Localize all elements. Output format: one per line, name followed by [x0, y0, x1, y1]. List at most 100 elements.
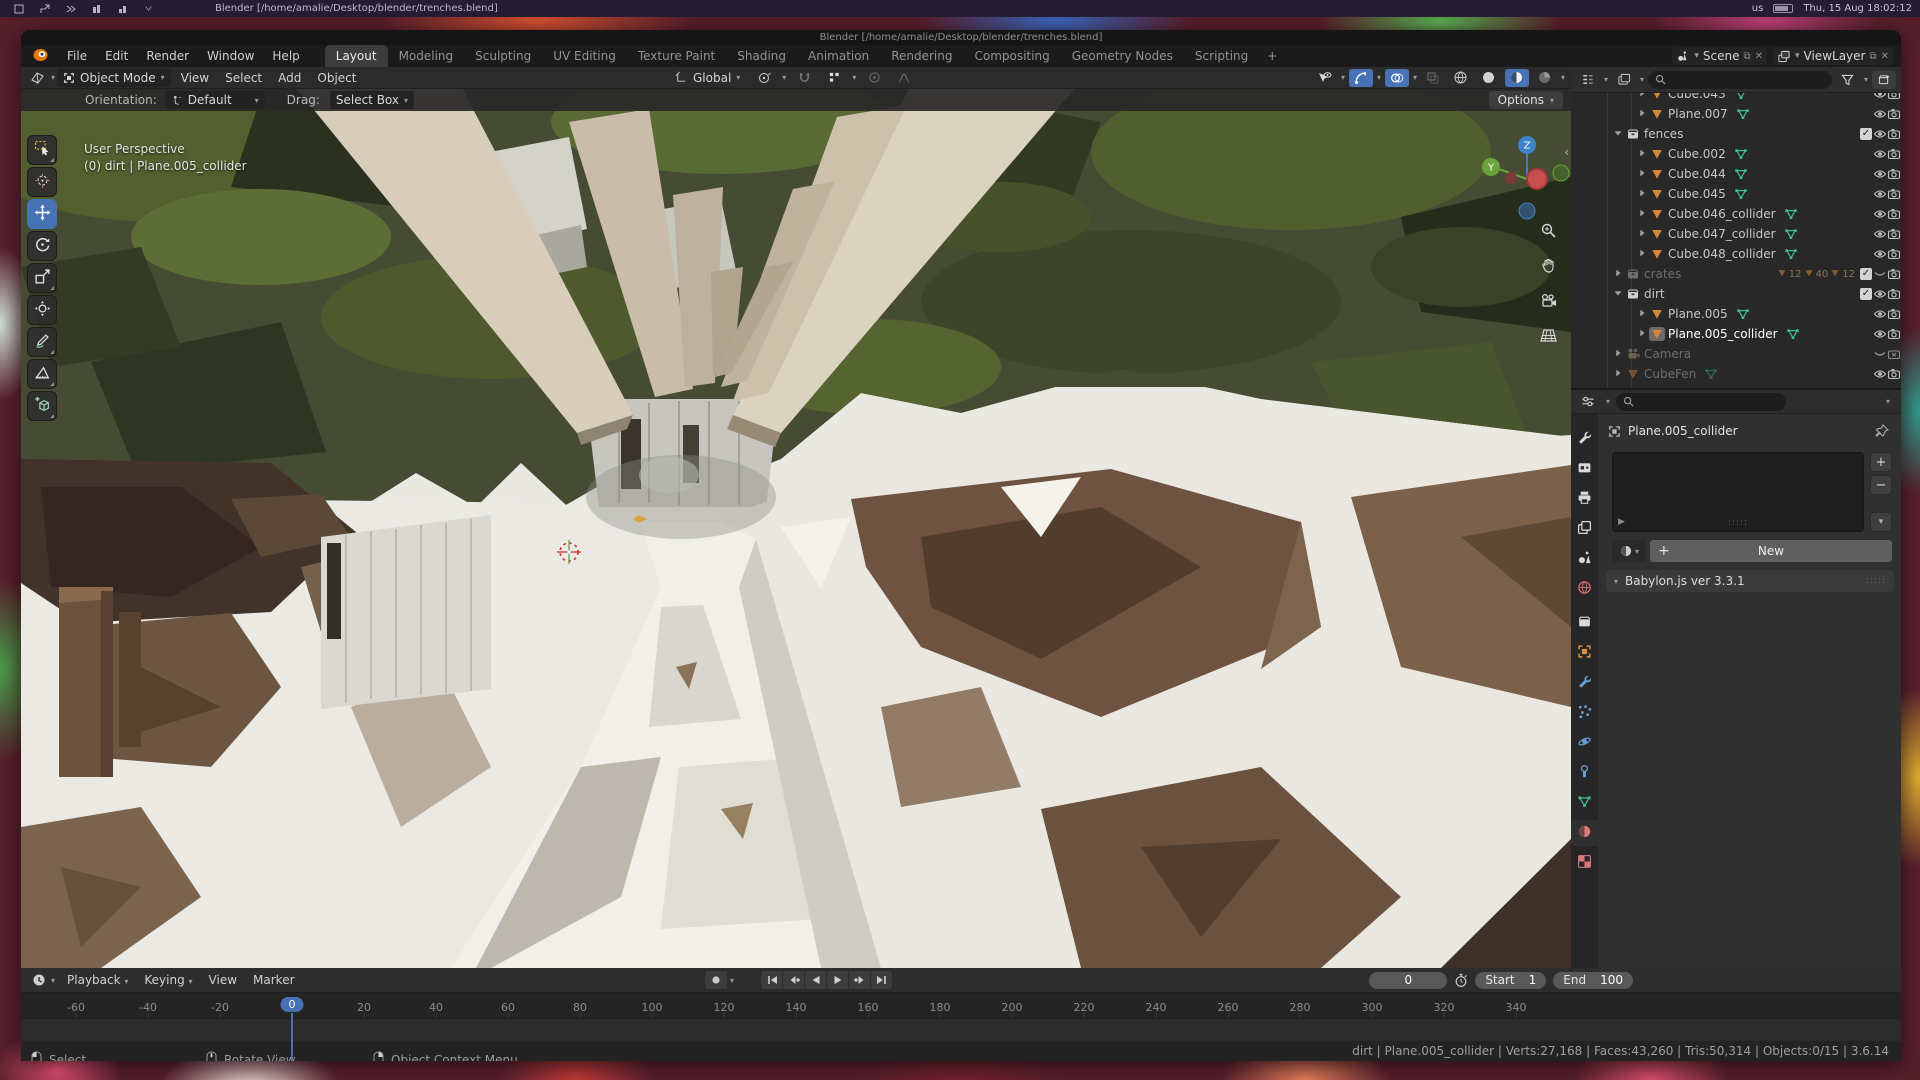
taskbar-icon[interactable] — [40, 4, 50, 14]
mesh-icon[interactable] — [1649, 327, 1665, 341]
window-titlebar[interactable]: Blender [/home/amalie/Desktop/blender/tr… — [21, 30, 1901, 45]
remove-view-layer-icon[interactable]: ✕ — [1881, 51, 1889, 62]
pivot-point-button[interactable] — [752, 69, 776, 87]
timeline-ruler[interactable]: -60-40-200204060801001201401601802002202… — [21, 993, 1901, 1018]
viewport-menu-view[interactable]: View — [173, 68, 217, 88]
mesh-icon[interactable] — [1649, 227, 1665, 241]
hide-in-viewport-toggle[interactable] — [1873, 167, 1887, 181]
workspace-tab-animation[interactable]: Animation — [797, 45, 880, 67]
disable-in-renders-toggle[interactable] — [1887, 147, 1901, 161]
remove-slot-button[interactable]: − — [1870, 475, 1892, 495]
snap-toggle-button[interactable] — [792, 69, 816, 87]
browse-material-button[interactable]: ▾ — [1612, 540, 1646, 562]
perspective-toggle-icon[interactable] — [1535, 322, 1561, 348]
outliner-display-mode-button[interactable] — [1612, 71, 1636, 89]
end-frame-field[interactable]: End 100 — [1553, 972, 1633, 989]
auto-keying-button[interactable] — [705, 971, 727, 989]
disable-in-renders-toggle[interactable] — [1887, 267, 1901, 281]
tool-move-button[interactable] — [27, 199, 57, 229]
outliner-row-dirt[interactable]: dirt✓ — [1571, 284, 1901, 304]
object-name[interactable]: CubeFen — [1644, 367, 1696, 381]
collection-icon[interactable] — [1625, 267, 1641, 281]
disable-in-renders-toggle[interactable] — [1887, 227, 1901, 241]
properties-tab-collection[interactable] — [1571, 610, 1598, 636]
transform-orientation-selector[interactable]: Global ▾ — [669, 69, 746, 87]
object-name[interactable]: Plane.007 — [1668, 107, 1728, 121]
disable-in-renders-toggle[interactable] — [1887, 93, 1901, 101]
object-name[interactable]: Cube.002 — [1668, 147, 1726, 161]
disable-in-renders-toggle[interactable] — [1887, 327, 1901, 341]
editor-type-button[interactable] — [25, 69, 49, 87]
workspace-tab-modeling[interactable]: Modeling — [388, 45, 465, 67]
auto-keying-options-icon[interactable]: ▾ — [730, 976, 734, 985]
properties-editor-type-button[interactable] — [1576, 393, 1600, 411]
properties-tab-modifiers[interactable] — [1571, 670, 1598, 696]
chevron-down-icon[interactable] — [144, 4, 153, 13]
unlink-scene-icon[interactable]: ✕ — [1755, 51, 1763, 62]
menu-window[interactable]: Window — [198, 46, 263, 66]
shading-solid-button[interactable] — [1477, 69, 1501, 87]
workspace-tab-layout[interactable]: Layout — [325, 45, 388, 67]
object-name[interactable]: Cube.048_collider — [1668, 247, 1776, 261]
expand-caret-icon[interactable] — [1635, 207, 1649, 222]
orientation-dropdown[interactable]: Default ▾ — [165, 91, 265, 109]
properties-tab-physics[interactable] — [1571, 730, 1598, 756]
expand-caret-icon[interactable] — [1635, 167, 1649, 182]
viewport-menu-select[interactable]: Select — [217, 68, 270, 88]
tool-cursor-button[interactable] — [27, 167, 57, 197]
play-button[interactable] — [827, 971, 848, 989]
menu-help[interactable]: Help — [263, 46, 308, 66]
tool-select-box-button[interactable] — [27, 135, 57, 165]
hide-in-viewport-toggle[interactable] — [1873, 307, 1887, 321]
slot-specials-button[interactable]: ▾ — [1870, 512, 1892, 532]
properties-tab-output[interactable] — [1571, 486, 1598, 512]
gizmos-toggle-button[interactable] — [1349, 69, 1373, 87]
taskbar-icon[interactable] — [66, 4, 76, 14]
add-workspace-button[interactable]: + — [1259, 45, 1285, 67]
expand-caret-icon[interactable] — [1635, 327, 1649, 342]
object-name[interactable]: Plane.005 — [1668, 307, 1728, 321]
shading-rendered-button[interactable] — [1533, 69, 1557, 87]
timeline-menu-marker[interactable]: Marker — [245, 970, 302, 990]
hide-in-viewport-toggle[interactable] — [1873, 287, 1887, 301]
outliner-row-plane-005[interactable]: Plane.005 — [1571, 304, 1901, 324]
properties-tab-texture[interactable] — [1571, 850, 1598, 876]
collection-checkbox[interactable]: ✓ — [1860, 288, 1872, 300]
previous-keyframe-button[interactable] — [783, 971, 804, 989]
tool-measure-button[interactable] — [27, 359, 57, 389]
expand-caret-icon[interactable] — [1611, 367, 1625, 382]
scene-name[interactable]: Scene — [1703, 49, 1740, 63]
properties-tab-data[interactable] — [1571, 790, 1598, 816]
new-collection-button[interactable] — [1872, 71, 1896, 89]
current-frame-field[interactable]: 0 — [1369, 972, 1447, 989]
snap-settings-button[interactable] — [822, 69, 846, 87]
outliner-row-plane-007[interactable]: Plane.007 — [1571, 104, 1901, 124]
properties-tab-tool[interactable] — [1571, 426, 1598, 452]
outliner-row-cube-044[interactable]: Cube.044 — [1571, 164, 1901, 184]
timeline-menu-keying[interactable]: Keying ▾ — [136, 970, 200, 990]
workspace-tab-uv-editing[interactable]: UV Editing — [542, 45, 627, 67]
expand-caret-icon[interactable] — [1611, 267, 1625, 282]
properties-search-input[interactable] — [1616, 393, 1786, 411]
menu-render[interactable]: Render — [137, 46, 198, 66]
workspace-tab-sculpting[interactable]: Sculpting — [464, 45, 542, 67]
object-name[interactable]: Cube.045 — [1668, 187, 1726, 201]
expand-icon[interactable]: ▶ — [1618, 517, 1625, 527]
hide-in-viewport-toggle[interactable] — [1873, 127, 1887, 141]
panel-drag-handle[interactable]: ::::: — [1866, 576, 1886, 586]
tool-annotate-button[interactable] — [27, 327, 57, 357]
expand-caret-icon[interactable] — [1611, 347, 1625, 362]
pin-icon[interactable] — [1875, 424, 1889, 441]
viewport-menu-object[interactable]: Object — [309, 68, 364, 88]
properties-options-icon[interactable]: ▾ — [1886, 397, 1890, 406]
workspace-tab-compositing[interactable]: Compositing — [963, 45, 1060, 67]
workspace-tab-rendering[interactable]: Rendering — [880, 45, 963, 67]
hide-in-viewport-toggle[interactable] — [1873, 107, 1887, 121]
jump-to-end-button[interactable] — [871, 971, 892, 989]
outliner-row-fences[interactable]: fences✓ — [1571, 124, 1901, 144]
workspace-tab-texture-paint[interactable]: Texture Paint — [627, 45, 726, 67]
expand-caret-icon[interactable] — [1635, 227, 1649, 242]
jump-to-start-button[interactable] — [761, 971, 782, 989]
collection-icon[interactable] — [1625, 287, 1641, 301]
mesh-icon[interactable] — [1649, 247, 1665, 261]
